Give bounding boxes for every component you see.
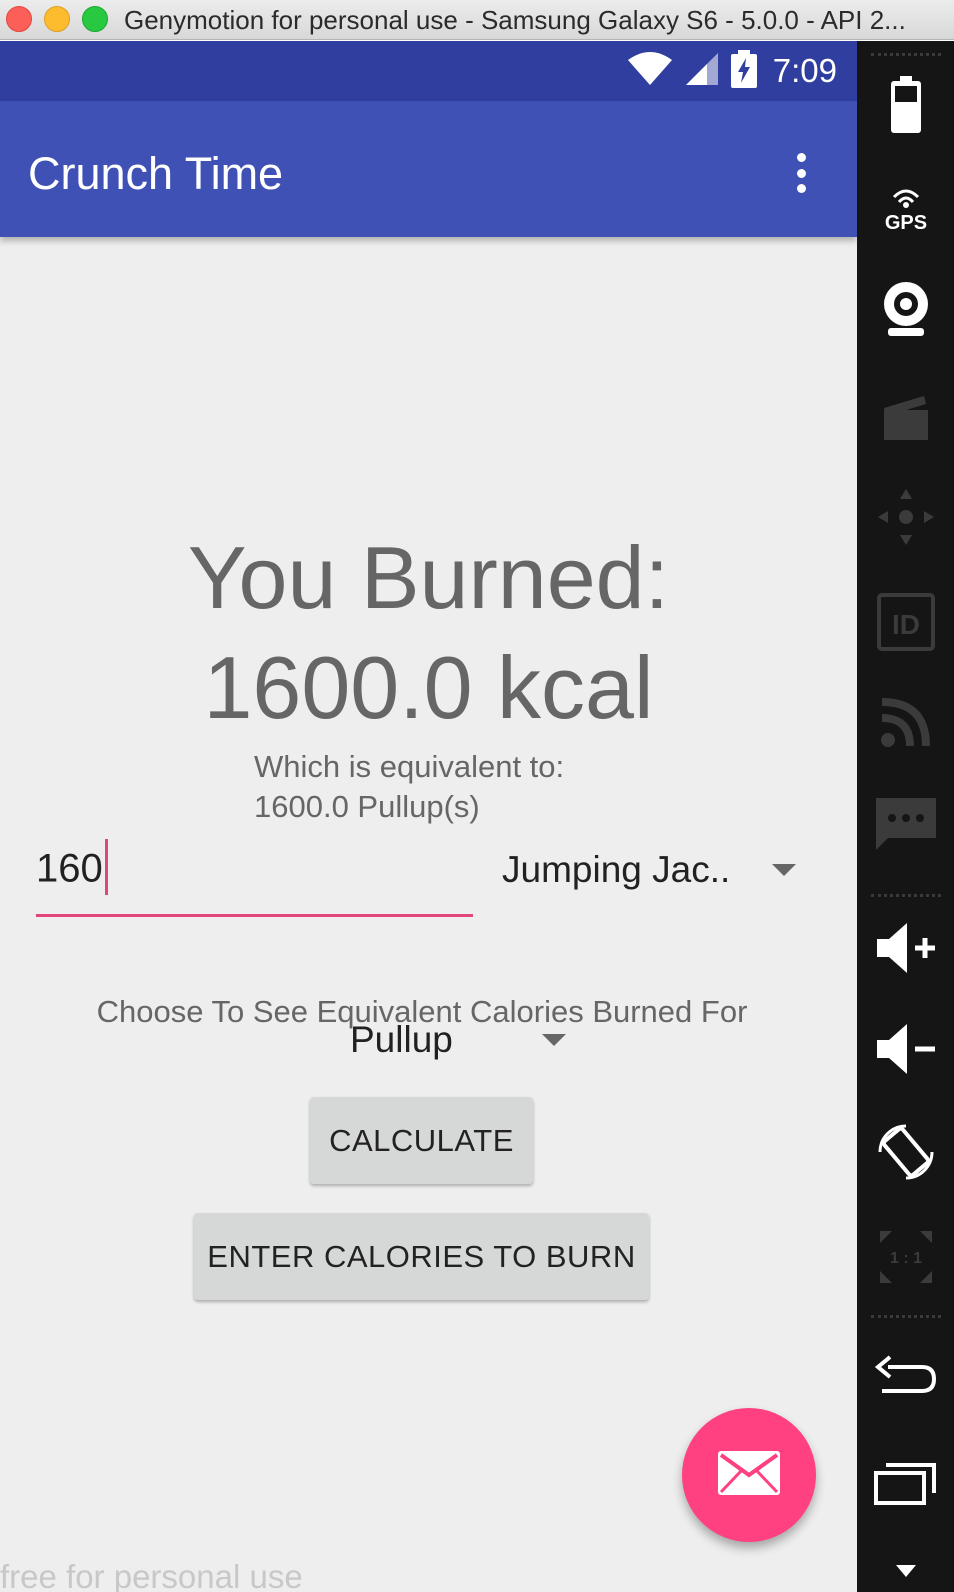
burned-title: You Burned: <box>187 528 670 627</box>
scroll-down-icon[interactable] <box>867 1553 945 1589</box>
clapperboard-icon[interactable] <box>867 381 945 453</box>
email-fab-button[interactable] <box>682 1408 816 1542</box>
toolbar-separator <box>871 1315 941 1318</box>
exercise-spinner[interactable]: Jumping Jac.. <box>502 847 812 893</box>
toolbar-separator <box>871 894 941 897</box>
wifi-icon <box>627 51 673 91</box>
battery-icon[interactable] <box>867 69 945 141</box>
chat-icon[interactable] <box>867 788 945 860</box>
enter-calories-button[interactable]: ENTER CALORIES TO BURN <box>194 1213 649 1300</box>
more-vert-icon[interactable] <box>789 149 813 197</box>
burned-value: 1600.0 kcal <box>203 638 654 737</box>
webcam-icon[interactable] <box>867 273 945 345</box>
emulator-toolbar: GPS ID 1 : 1 <box>857 41 954 1592</box>
exercise-spinner-value: Jumping Jac.. <box>502 849 731 890</box>
amount-input[interactable]: 160 <box>36 833 473 917</box>
dropdown-arrow-icon <box>772 864 796 876</box>
status-bar: 7:09 <box>0 41 857 101</box>
calculate-button[interactable]: CALCULATE <box>310 1097 533 1184</box>
watermark: free for personal use <box>0 1558 303 1592</box>
volume-up-icon[interactable] <box>867 912 945 984</box>
equivalent-label: Which is equivalent to: <box>254 749 565 784</box>
minimize-window-button[interactable] <box>44 6 70 32</box>
window-title: Genymotion for personal use - Samsung Ga… <box>124 5 906 35</box>
equivalent-value: 1600.0 Pullup(s) <box>254 789 480 824</box>
gps-icon[interactable]: GPS <box>867 171 945 243</box>
equivalent-exercise-value: Pullup <box>350 1019 453 1060</box>
equivalent-text: Which is equivalent to: 1600.0 Pullup(s) <box>254 747 564 827</box>
svg-text:1 : 1: 1 : 1 <box>890 1250 922 1267</box>
email-icon <box>718 1450 780 1500</box>
status-time: 7:09 <box>772 52 837 89</box>
equivalent-exercise-spinner[interactable]: Pullup <box>350 1017 582 1063</box>
rss-icon[interactable] <box>867 686 945 758</box>
burned-heading: You Burned: 1600.0 kcal <box>0 523 857 743</box>
battery-charging-icon <box>730 49 757 93</box>
rotate-icon[interactable] <box>867 1116 945 1188</box>
scale-icon[interactable]: 1 : 1 <box>867 1221 945 1293</box>
svg-text:GPS: GPS <box>885 212 927 231</box>
zoom-window-button[interactable] <box>82 6 108 32</box>
text-cursor <box>104 839 108 895</box>
cell-signal-icon <box>685 52 719 91</box>
window-title-bar: Genymotion for personal use - Samsung Ga… <box>0 0 954 40</box>
device-screen: 7:09 Crunch Time You Burned: 1600.0 kcal… <box>0 41 857 1592</box>
id-icon[interactable]: ID <box>867 586 945 658</box>
close-window-button[interactable] <box>6 6 32 32</box>
app-bar: Crunch Time <box>0 101 857 237</box>
volume-down-icon[interactable] <box>867 1013 945 1085</box>
app-title: Crunch Time <box>28 148 284 199</box>
toolbar-separator <box>871 53 941 56</box>
recent-apps-icon[interactable] <box>867 1446 945 1518</box>
dpad-icon[interactable] <box>867 481 945 553</box>
back-icon[interactable] <box>867 1341 945 1413</box>
dropdown-arrow-icon <box>542 1034 566 1046</box>
svg-text:ID: ID <box>892 609 920 640</box>
amount-input-value: 160 <box>36 846 103 891</box>
